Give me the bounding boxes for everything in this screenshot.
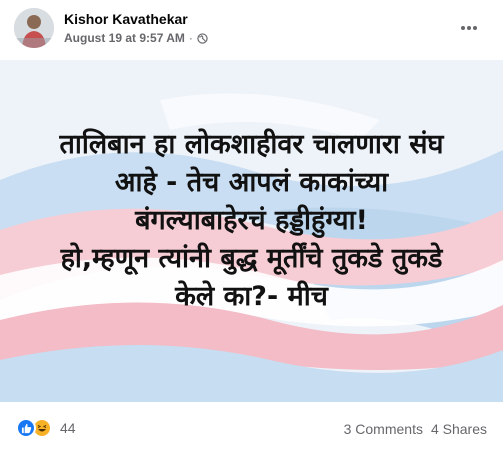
avatar-image <box>14 8 54 48</box>
like-icon <box>16 418 36 438</box>
shares-count-link[interactable]: 4 Shares <box>431 421 487 437</box>
meta-separator: · <box>188 31 193 45</box>
post-header: Kishor Kavathekar August 19 at 9:57 AM · <box>0 0 503 60</box>
more-options-icon[interactable] <box>455 14 483 42</box>
post-footer: 44 3 Comments 4 Shares <box>0 402 503 450</box>
comments-count-link[interactable]: 3 Comments <box>344 421 423 437</box>
post-meta: August 19 at 9:57 AM · <box>64 31 208 45</box>
facebook-post: Kishor Kavathekar August 19 at 9:57 AM · <box>0 0 503 450</box>
image-text-line: केले का?- मीच <box>175 281 328 312</box>
author-avatar[interactable] <box>14 8 54 48</box>
image-text-line: आहे - तेच आपलं काकांच्या <box>114 167 389 198</box>
post-image[interactable]: तालिबान हा लोकशाहीवर चालणारा संघ आहे - त… <box>0 60 503 402</box>
reaction-count: 44 <box>60 420 76 436</box>
post-timestamp[interactable]: August 19 at 9:57 AM <box>64 31 185 45</box>
image-text-line: बंगल्याबाहेरचं हड्डीहुंग्या! <box>135 205 368 236</box>
image-text-line: हो,म्हणून त्यांनी बुद्ध मूर्तींचे तुकडे … <box>60 243 443 274</box>
image-text-line: तालिबान हा लोकशाहीवर चालणारा संघ <box>59 129 444 160</box>
globe-icon[interactable] <box>197 32 208 44</box>
reactions-summary[interactable]: 44 <box>16 418 76 438</box>
author-name[interactable]: Kishor Kavathekar <box>64 11 188 27</box>
image-overlay-text: तालिबान हा लोकशाहीवर चालणारा संघ आहे - त… <box>0 126 503 316</box>
engagement-counts: 3 Comments 4 Shares <box>344 421 487 437</box>
